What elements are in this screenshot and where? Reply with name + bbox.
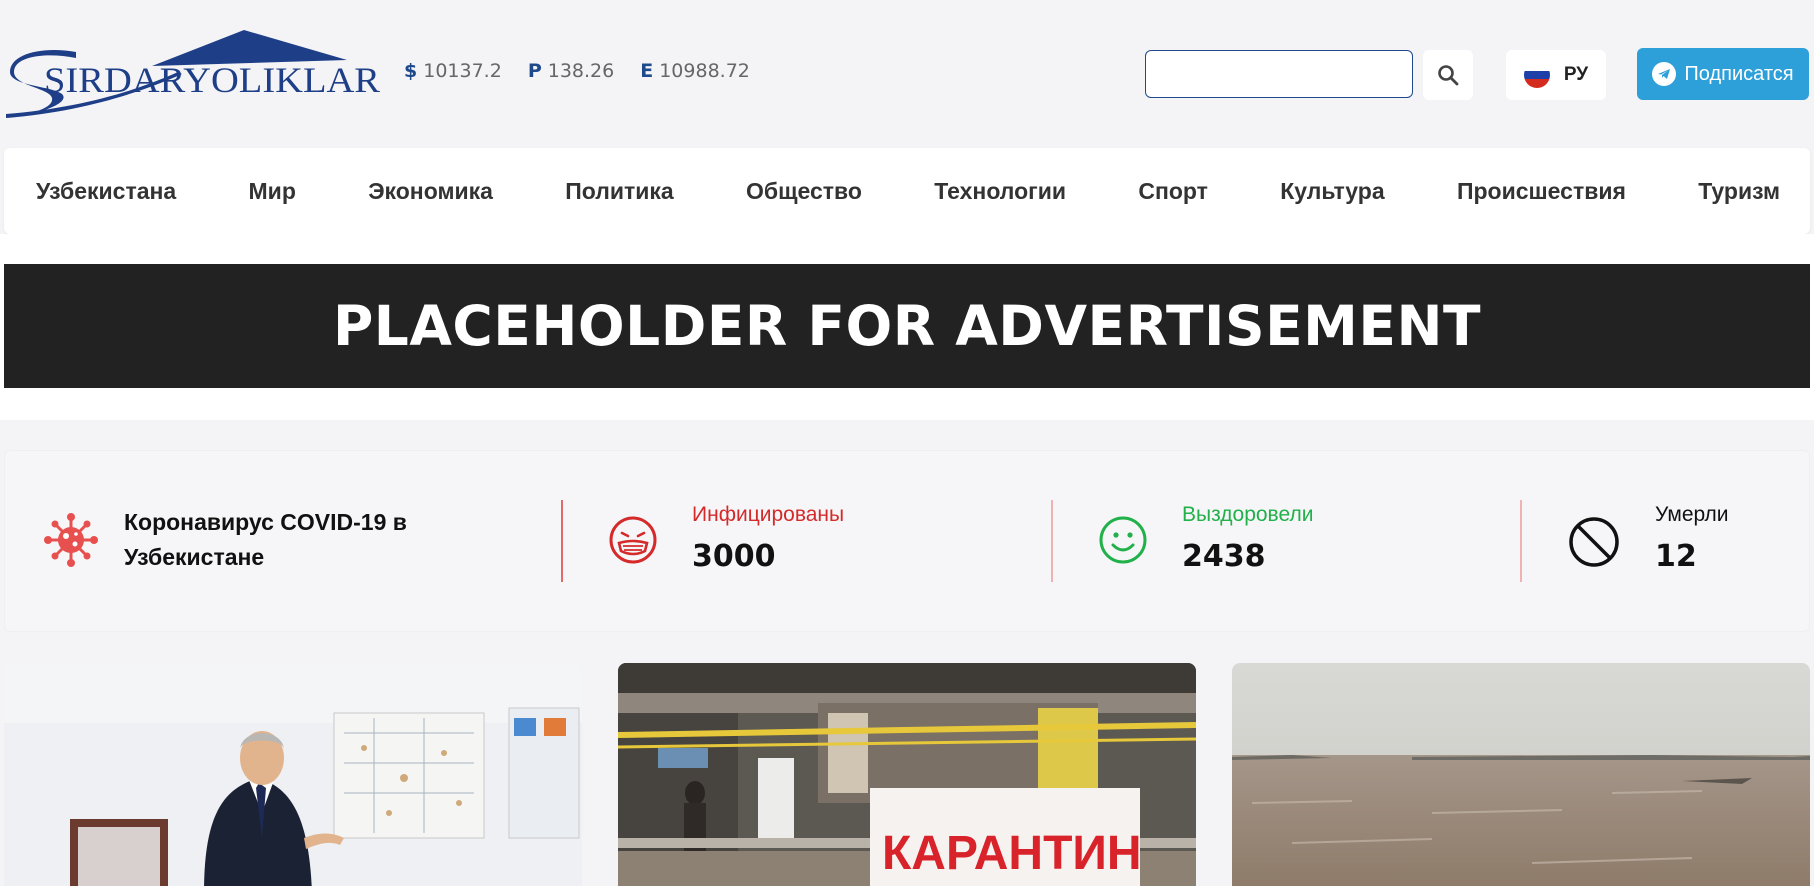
telegram-icon bbox=[1652, 62, 1677, 86]
rate-usd-symbol: $ bbox=[404, 60, 418, 82]
nav-item-economy[interactable]: Экономика bbox=[368, 178, 493, 205]
ad-text: PLACEHOLDER FOR ADVERTISEMENT bbox=[333, 294, 1481, 358]
president-at-map-board-photo bbox=[4, 663, 582, 886]
nav-item-uzbekistan[interactable]: Узбекистана bbox=[36, 178, 176, 205]
nav-item-culture[interactable]: Культура bbox=[1280, 178, 1384, 205]
rate-usd: $ 10137.2 bbox=[404, 60, 502, 82]
language-switcher[interactable]: РУ bbox=[1506, 50, 1606, 100]
sick-face-mask-icon bbox=[609, 516, 657, 564]
quarantine-sign-market-photo: КАРАНТИН bbox=[618, 663, 1196, 886]
stat-infected: Инфицированы 3000 bbox=[608, 503, 845, 574]
site-logo[interactable]: SIRDARYOLIKLAR bbox=[2, 28, 382, 120]
news-card[interactable]: КАРАНТИН bbox=[618, 663, 1196, 886]
stat-divider bbox=[561, 500, 563, 582]
deaths-value: 12 bbox=[1655, 539, 1697, 574]
stat-deaths: Умерли 12 bbox=[1567, 503, 1729, 574]
nav-item-society[interactable]: Общество bbox=[746, 178, 862, 205]
rate-usd-value: 10137.2 bbox=[423, 60, 502, 82]
subscribe-label: Подписатся bbox=[1684, 62, 1794, 85]
flooded-river-photo bbox=[1232, 663, 1810, 886]
nav-item-tourism[interactable]: Туризм bbox=[1698, 178, 1780, 205]
search-input[interactable] bbox=[1145, 50, 1413, 98]
search-button[interactable] bbox=[1423, 50, 1473, 100]
language-label: РУ bbox=[1563, 64, 1589, 85]
rate-rub-value: 138.26 bbox=[547, 60, 615, 82]
logo-text: SIRDARYOLIKLAR bbox=[44, 60, 380, 100]
rate-eur-symbol: Е bbox=[640, 60, 654, 82]
nav-item-incidents[interactable]: Происшествия bbox=[1457, 178, 1626, 205]
main-nav: Узбекистана Мир Экономика Политика Общес… bbox=[4, 148, 1810, 234]
stat-divider bbox=[1520, 500, 1522, 582]
virus-icon bbox=[44, 513, 98, 567]
stat-recovered: Выздоровели 2438 bbox=[1098, 503, 1314, 574]
nav-item-sport[interactable]: Спорт bbox=[1138, 178, 1208, 205]
news-card[interactable] bbox=[4, 663, 582, 886]
russian-flag-icon bbox=[1523, 62, 1550, 88]
infected-value: 3000 bbox=[692, 539, 776, 574]
rate-eur: Е 10988.72 bbox=[640, 60, 750, 82]
covid-widget: Коронавирус COVID-19 в Узбекистане Инфиц… bbox=[4, 450, 1810, 632]
rate-rub: Р 138.26 bbox=[528, 60, 614, 82]
infected-label: Инфицированы bbox=[692, 503, 845, 526]
smiley-face-icon bbox=[1099, 516, 1147, 564]
covid-title: Коронавирус COVID-19 в Узбекистане bbox=[124, 509, 407, 570]
search-icon bbox=[1438, 65, 1459, 86]
currency-rates: $ 10137.2 Р 138.26 Е 10988.72 bbox=[404, 60, 750, 82]
rate-eur-value: 10988.72 bbox=[659, 60, 750, 82]
deaths-label: Умерли bbox=[1655, 503, 1729, 526]
stat-divider bbox=[1051, 500, 1053, 582]
advertisement-banner[interactable]: PLACEHOLDER FOR ADVERTISEMENT bbox=[4, 264, 1810, 388]
subscribe-button[interactable]: Подписатся bbox=[1637, 48, 1809, 100]
news-card[interactable] bbox=[1232, 663, 1810, 886]
site-header: SIRDARYOLIKLAR $ 10137.2 Р 138.26 Е 1098… bbox=[0, 0, 1814, 148]
quarantine-sign-text: КАРАНТИН bbox=[882, 827, 1142, 880]
covid-title-block: Коронавирус COVID-19 в Узбекистане bbox=[42, 505, 454, 575]
recovered-value: 2438 bbox=[1182, 539, 1266, 574]
prohibited-icon bbox=[1569, 517, 1619, 567]
nav-item-world[interactable]: Мир bbox=[249, 178, 296, 205]
nav-item-politics[interactable]: Политика bbox=[565, 178, 673, 205]
nav-item-technology[interactable]: Технологии bbox=[934, 178, 1066, 205]
rate-rub-symbol: Р bbox=[527, 60, 542, 82]
recovered-label: Выздоровели bbox=[1182, 503, 1314, 526]
